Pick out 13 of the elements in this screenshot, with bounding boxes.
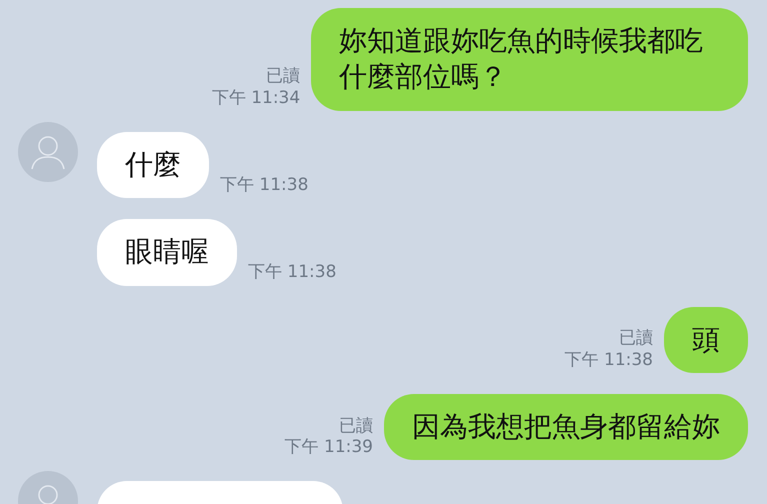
- message-time: 下午 11:39: [284, 437, 373, 458]
- message-time: 下午 11:34: [212, 88, 300, 109]
- chat-bubble: 因為我想把魚身都留給妳: [384, 394, 748, 460]
- chat-bubble: 頭: [664, 306, 748, 373]
- chat-bubble: 眼睛喔: [97, 219, 237, 286]
- message-time: 下午 11:38: [248, 262, 336, 284]
- read-receipt: 已讀: [266, 66, 300, 88]
- message-time: 下午 11:38: [220, 174, 308, 196]
- message-time: 下午 11:38: [564, 350, 653, 371]
- chat-bubble: 妳知道跟妳吃魚的時候我都吃什麼部位嗎？: [311, 8, 748, 111]
- read-receipt: 已讀: [619, 328, 653, 350]
- chat-bubble: 什麼: [97, 132, 209, 198]
- read-receipt: 已讀: [339, 416, 373, 438]
